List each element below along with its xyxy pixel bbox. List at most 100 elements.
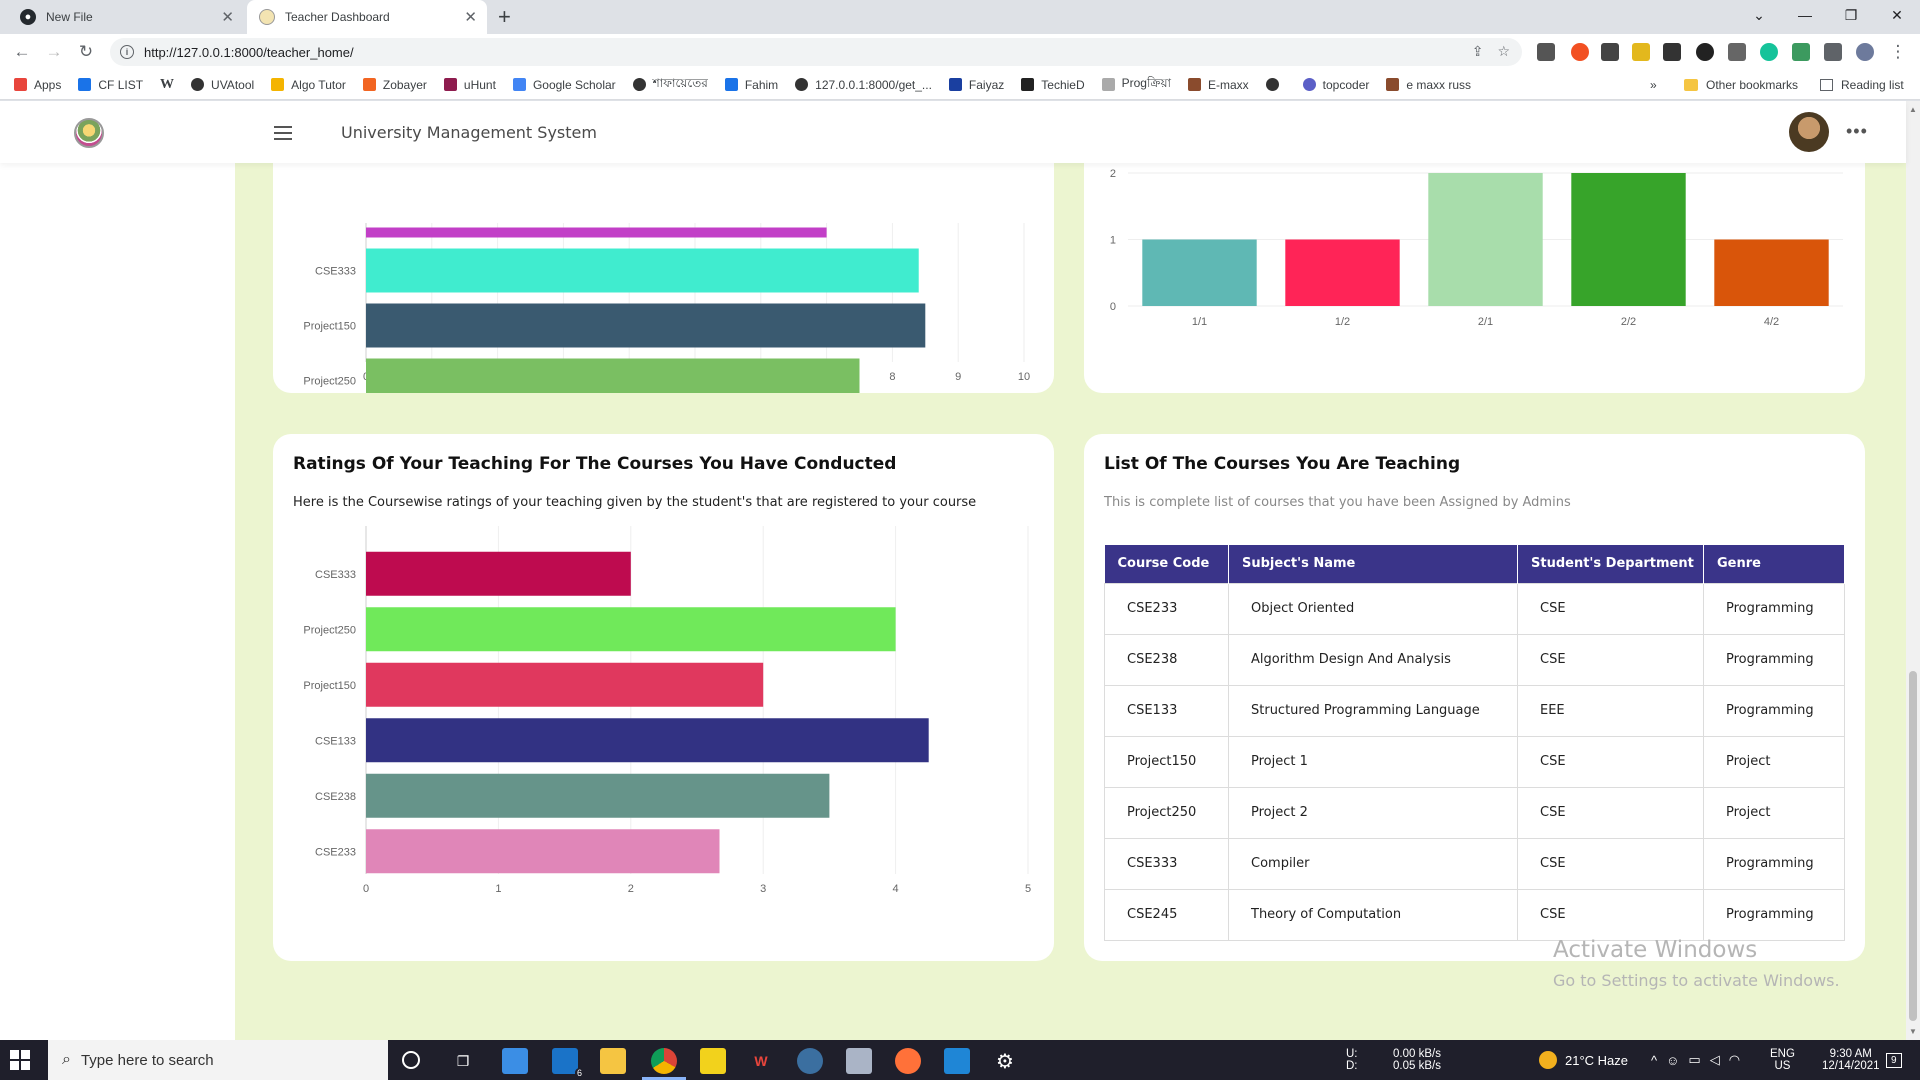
- hamburger-menu-icon[interactable]: [274, 126, 292, 140]
- wikipedia-icon: W: [160, 76, 175, 92]
- postgres-icon[interactable]: [797, 1048, 823, 1074]
- restore-button[interactable]: ❐: [1828, 0, 1874, 30]
- bookmark[interactable]: uHunt: [443, 78, 496, 92]
- bookmark[interactable]: e maxx russ: [1386, 78, 1471, 92]
- close-icon[interactable]: ✕: [464, 8, 477, 26]
- globe-icon: [632, 78, 646, 91]
- extension-icon[interactable]: [1571, 43, 1589, 61]
- people-icon[interactable]: ☺: [1666, 1053, 1679, 1068]
- mail-icon[interactable]: 6: [552, 1048, 584, 1078]
- table-cell: Project: [1703, 735, 1845, 788]
- table-cell: Project 2: [1228, 786, 1518, 839]
- settings-gear-icon[interactable]: ⚙: [992, 1048, 1018, 1074]
- bookmark[interactable]: CF LIST: [78, 78, 143, 92]
- table-cell: Programming: [1703, 633, 1845, 686]
- bookmark[interactable]: TechieD: [1021, 78, 1085, 92]
- scroll-up-icon[interactable]: ▲: [1909, 105, 1917, 114]
- url-text[interactable]: http://127.0.0.1:8000/teacher_home/: [144, 45, 354, 60]
- bookmark[interactable]: 127.0.0.1:8000/get_...: [795, 78, 932, 92]
- bookmark[interactable]: Faiyaz: [948, 78, 1004, 92]
- scroll-down-icon[interactable]: ▼: [1909, 1027, 1917, 1036]
- extension-icon[interactable]: [1792, 43, 1810, 61]
- bookmark[interactable]: শাফায়েতের: [632, 75, 708, 95]
- battery-icon[interactable]: ▭: [1688, 1052, 1700, 1068]
- scrollbar-thumb[interactable]: [1909, 671, 1917, 1021]
- bookmark[interactable]: Algo Tutor: [271, 78, 346, 92]
- bookmark-icon: [1188, 78, 1201, 91]
- tab-teacher-dashboard[interactable]: Teacher Dashboard ✕: [247, 0, 487, 34]
- extension-icon[interactable]: [1537, 43, 1555, 61]
- language-indicator[interactable]: ENG US: [1770, 1040, 1795, 1080]
- bookmark[interactable]: topcoder: [1302, 78, 1369, 92]
- avatar[interactable]: [1789, 112, 1829, 152]
- profile-icon[interactable]: [1856, 43, 1874, 61]
- extension-icon[interactable]: [1728, 43, 1746, 61]
- star-icon[interactable]: ☆: [1497, 43, 1510, 60]
- vscode-icon[interactable]: [944, 1048, 970, 1074]
- puzzle-icon[interactable]: [1824, 43, 1842, 61]
- table-cell: Programming: [1703, 684, 1845, 737]
- chevron-up-icon[interactable]: ^: [1651, 1053, 1657, 1068]
- y-tick-label: Project250: [303, 376, 356, 388]
- extension-icon[interactable]: [1601, 43, 1619, 61]
- volume-icon[interactable]: ◁: [1710, 1052, 1720, 1068]
- extension-icon[interactable]: [1632, 43, 1650, 61]
- app-icon[interactable]: [846, 1048, 872, 1074]
- notification-center-icon[interactable]: 9: [1886, 1040, 1902, 1080]
- y-tick-label: 1: [1110, 235, 1116, 247]
- chrome-icon[interactable]: [651, 1048, 677, 1074]
- more-options-icon[interactable]: •••: [1846, 121, 1868, 142]
- university-logo[interactable]: [74, 118, 104, 148]
- bookmark[interactable]: Apps: [14, 78, 61, 92]
- media-player-icon[interactable]: [700, 1048, 726, 1074]
- bookmark[interactable]: [1265, 78, 1286, 91]
- address-bar[interactable]: i http://127.0.0.1:8000/teacher_home/ ⇪ …: [110, 38, 1522, 66]
- wifi-icon[interactable]: ◠: [1729, 1052, 1740, 1068]
- page-scrollbar[interactable]: ▲ ▼: [1906, 101, 1920, 1041]
- reading-list[interactable]: Reading list: [1820, 70, 1904, 100]
- bookmark[interactable]: E-maxx: [1188, 78, 1249, 92]
- tab-new-file[interactable]: ● New File ✕: [8, 0, 244, 34]
- weather-widget[interactable]: 21°C Haze: [1539, 1040, 1628, 1080]
- bookmark[interactable]: Fahim: [724, 78, 778, 92]
- x-tick-label: 9: [955, 371, 961, 383]
- firefox-icon[interactable]: [895, 1048, 921, 1074]
- other-bookmarks[interactable]: Other bookmarks: [1684, 70, 1798, 100]
- system-tray-icons[interactable]: ^ ☺ ▭ ◁ ◠: [1651, 1040, 1740, 1080]
- windows-taskbar: ⌕ Type here to search ❐ 6 W ⚙ U: D: 0.00…: [0, 1040, 1920, 1080]
- clock[interactable]: 9:30 AM 12/14/2021: [1822, 1040, 1880, 1080]
- extension-icon[interactable]: [1760, 43, 1778, 61]
- cortana-icon[interactable]: [402, 1051, 420, 1069]
- menu-icon[interactable]: ⋮: [1886, 40, 1910, 64]
- reload-icon[interactable]: ↻: [74, 40, 98, 64]
- bookmark[interactable]: Zobayer: [362, 78, 427, 92]
- tab-title: Teacher Dashboard: [285, 10, 390, 24]
- bookmark[interactable]: W: [160, 77, 174, 93]
- forward-icon[interactable]: →: [42, 40, 66, 64]
- table-row: CSE233 Object Oriented CSE Programming: [1104, 582, 1845, 635]
- minimize-button[interactable]: —: [1782, 0, 1828, 30]
- close-icon[interactable]: ✕: [221, 8, 234, 26]
- bar: [366, 227, 827, 238]
- tab-search-icon[interactable]: ⌄: [1736, 0, 1782, 30]
- bookmark[interactable]: Progক্রিয়া: [1101, 75, 1171, 95]
- taskbar-search-input[interactable]: ⌕ Type here to search: [48, 1040, 388, 1080]
- back-icon[interactable]: ←: [10, 40, 34, 64]
- store-icon[interactable]: [502, 1048, 528, 1074]
- share-icon[interactable]: ⇪: [1472, 43, 1484, 60]
- wps-icon[interactable]: W: [748, 1048, 774, 1074]
- close-window-button[interactable]: ✕: [1874, 0, 1920, 30]
- new-tab-button[interactable]: +: [498, 4, 511, 30]
- extension-icon[interactable]: [1663, 43, 1681, 61]
- windows-start-icon[interactable]: [10, 1050, 30, 1070]
- table-cell: CSE238: [1104, 633, 1229, 686]
- bookmark[interactable]: Google Scholar: [512, 78, 616, 92]
- table-cell: EEE: [1517, 684, 1704, 737]
- app-page: University Management System ••• 0123456…: [0, 101, 1920, 1041]
- bookmarks-overflow[interactable]: »: [1650, 70, 1657, 100]
- extension-icon[interactable]: [1696, 43, 1714, 61]
- info-icon[interactable]: i: [120, 45, 134, 59]
- bookmark[interactable]: UVAtool: [191, 78, 254, 92]
- task-view-icon[interactable]: ❐: [450, 1048, 476, 1074]
- file-explorer-icon[interactable]: [600, 1048, 626, 1074]
